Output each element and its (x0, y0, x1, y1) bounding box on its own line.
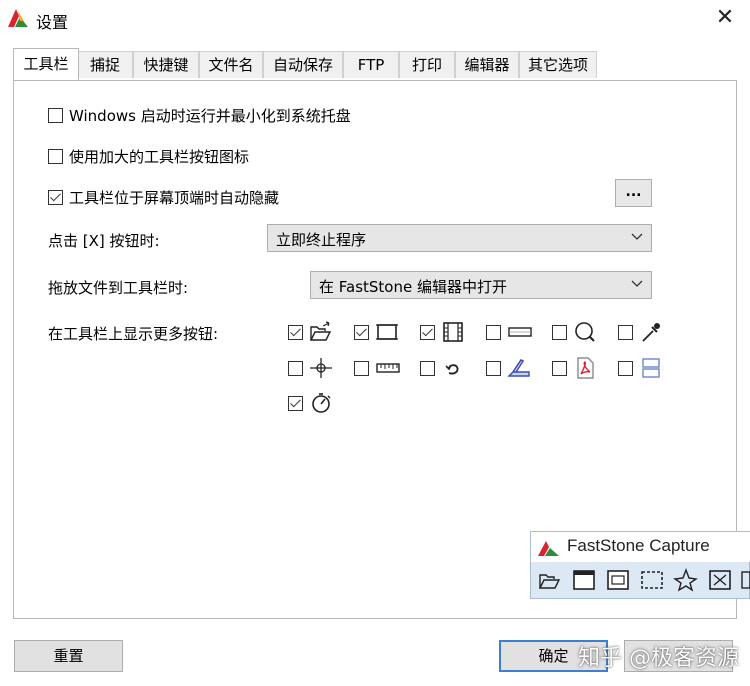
window-checkbox[interactable] (354, 324, 369, 340)
extra-button-undo[interactable] (420, 357, 465, 379)
tab-hotkeys[interactable]: 快捷键 (133, 51, 199, 78)
timer-checkbox[interactable] (288, 395, 303, 411)
auto-hide-label: 工具栏位于屏幕顶端时自动隐藏 (69, 189, 280, 207)
toolbar-overflow-icon[interactable] (741, 568, 750, 592)
video-checkbox[interactable] (420, 324, 435, 340)
tab-autosave[interactable]: 自动保存 (263, 51, 343, 78)
extra-button-scanner[interactable] (486, 357, 531, 379)
extra-buttons-label: 在工具栏上显示更多按钮: (48, 325, 219, 343)
extra-button-scroll[interactable] (486, 321, 533, 343)
faststone-logo-icon (538, 541, 559, 556)
ruler-icon (376, 363, 400, 373)
scanner-icon (507, 358, 530, 377)
tab-other-options[interactable]: 其它选项 (519, 51, 597, 78)
scanner-checkbox[interactable] (486, 360, 501, 376)
scroll-region-icon (508, 327, 532, 337)
undo-checkbox[interactable] (420, 360, 435, 376)
tab-capture[interactable]: 捕捉 (77, 51, 133, 78)
extra-button-colorpicker[interactable] (618, 321, 663, 343)
capture-rectangle-icon[interactable] (639, 568, 665, 592)
large-icons-label: 使用加大的工具栏按钮图标 (69, 148, 250, 166)
title-bar: 设置 ✕ (0, 0, 750, 38)
film-strip-icon (443, 322, 463, 342)
auto-hide-options-button[interactable]: ... (615, 179, 652, 207)
crosshair-icon (310, 358, 332, 378)
extra-button-video[interactable] (420, 321, 465, 343)
color-picker-icon (642, 323, 660, 342)
app-logo-icon (6, 7, 30, 29)
scroll-checkbox[interactable] (486, 324, 501, 340)
extra-button-window[interactable] (354, 321, 399, 343)
option-large-icons[interactable]: 使用加大的工具栏按钮图标 (48, 146, 249, 167)
timer-icon (312, 393, 331, 413)
watermark-text: 知乎 @极客资源 (578, 646, 739, 671)
open-checkbox[interactable] (288, 324, 303, 340)
faststone-title-bar: FastStone Capture (531, 532, 750, 562)
extra-button-pdf[interactable] (552, 357, 597, 379)
split-checkbox[interactable] (618, 360, 633, 376)
undo-arrow-icon (445, 364, 459, 375)
close-icon[interactable]: ✕ (710, 4, 740, 34)
close-action-label: 点击 [X] 按钮时: (48, 232, 160, 250)
minimize-tray-checkbox[interactable] (48, 108, 63, 123)
faststone-capture-toolbar[interactable]: FastStone Capture (530, 531, 750, 599)
minimize-tray-label: Windows 启动时运行并最小化到系统托盘 (69, 107, 351, 125)
open-file-icon (309, 321, 332, 341)
faststone-title: FastStone Capture (567, 536, 710, 555)
extra-button-timer[interactable] (288, 392, 333, 414)
tab-filename[interactable]: 文件名 (199, 51, 263, 78)
colorpicker-checkbox[interactable] (618, 324, 633, 340)
magnifier-checkbox[interactable] (552, 324, 567, 340)
magnifier-icon (575, 322, 595, 342)
chevron-down-icon (631, 233, 643, 240)
option-auto-hide[interactable]: 工具栏位于屏幕顶端时自动隐藏 (48, 187, 279, 208)
capture-object-icon[interactable] (605, 568, 631, 592)
drop-action-value: 在 FastStone 编辑器中打开 (319, 278, 507, 296)
extra-button-ruler[interactable] (354, 357, 401, 379)
tab-editor[interactable]: 编辑器 (455, 51, 519, 78)
extra-button-open[interactable] (288, 321, 333, 343)
drop-action-select[interactable]: 在 FastStone 编辑器中打开 (310, 271, 652, 299)
extra-button-magnifier[interactable] (552, 321, 597, 343)
option-minimize-tray[interactable]: Windows 启动时运行并最小化到系统托盘 (48, 105, 351, 126)
window-frame-icon (376, 324, 398, 340)
extra-button-crosshair[interactable] (288, 357, 333, 379)
close-action-value: 立即终止程序 (276, 231, 367, 249)
auto-hide-checkbox[interactable] (48, 190, 63, 205)
tab-ftp[interactable]: FTP (343, 51, 399, 78)
large-icons-checkbox[interactable] (48, 149, 63, 164)
capture-window-icon[interactable] (571, 568, 597, 592)
pdf-checkbox[interactable] (552, 360, 567, 376)
ruler-checkbox[interactable] (354, 360, 369, 376)
capture-freehand-icon[interactable] (673, 568, 699, 592)
window-title: 设置 (36, 13, 69, 32)
reset-button[interactable]: 重置 (14, 640, 123, 672)
split-window-icon (642, 358, 660, 378)
extra-button-split[interactable] (618, 357, 663, 379)
pdf-icon (577, 357, 594, 379)
capture-fullscreen-icon[interactable] (707, 568, 733, 592)
tab-print[interactable]: 打印 (399, 51, 455, 78)
tab-toolbar[interactable]: 工具栏 (13, 48, 79, 80)
drop-action-label: 拖放文件到工具栏时: (48, 279, 189, 297)
crosshair-checkbox[interactable] (288, 360, 303, 376)
close-action-select[interactable]: 立即终止程序 (267, 224, 652, 252)
chevron-down-icon (631, 280, 643, 287)
open-file-icon[interactable] (537, 568, 563, 592)
